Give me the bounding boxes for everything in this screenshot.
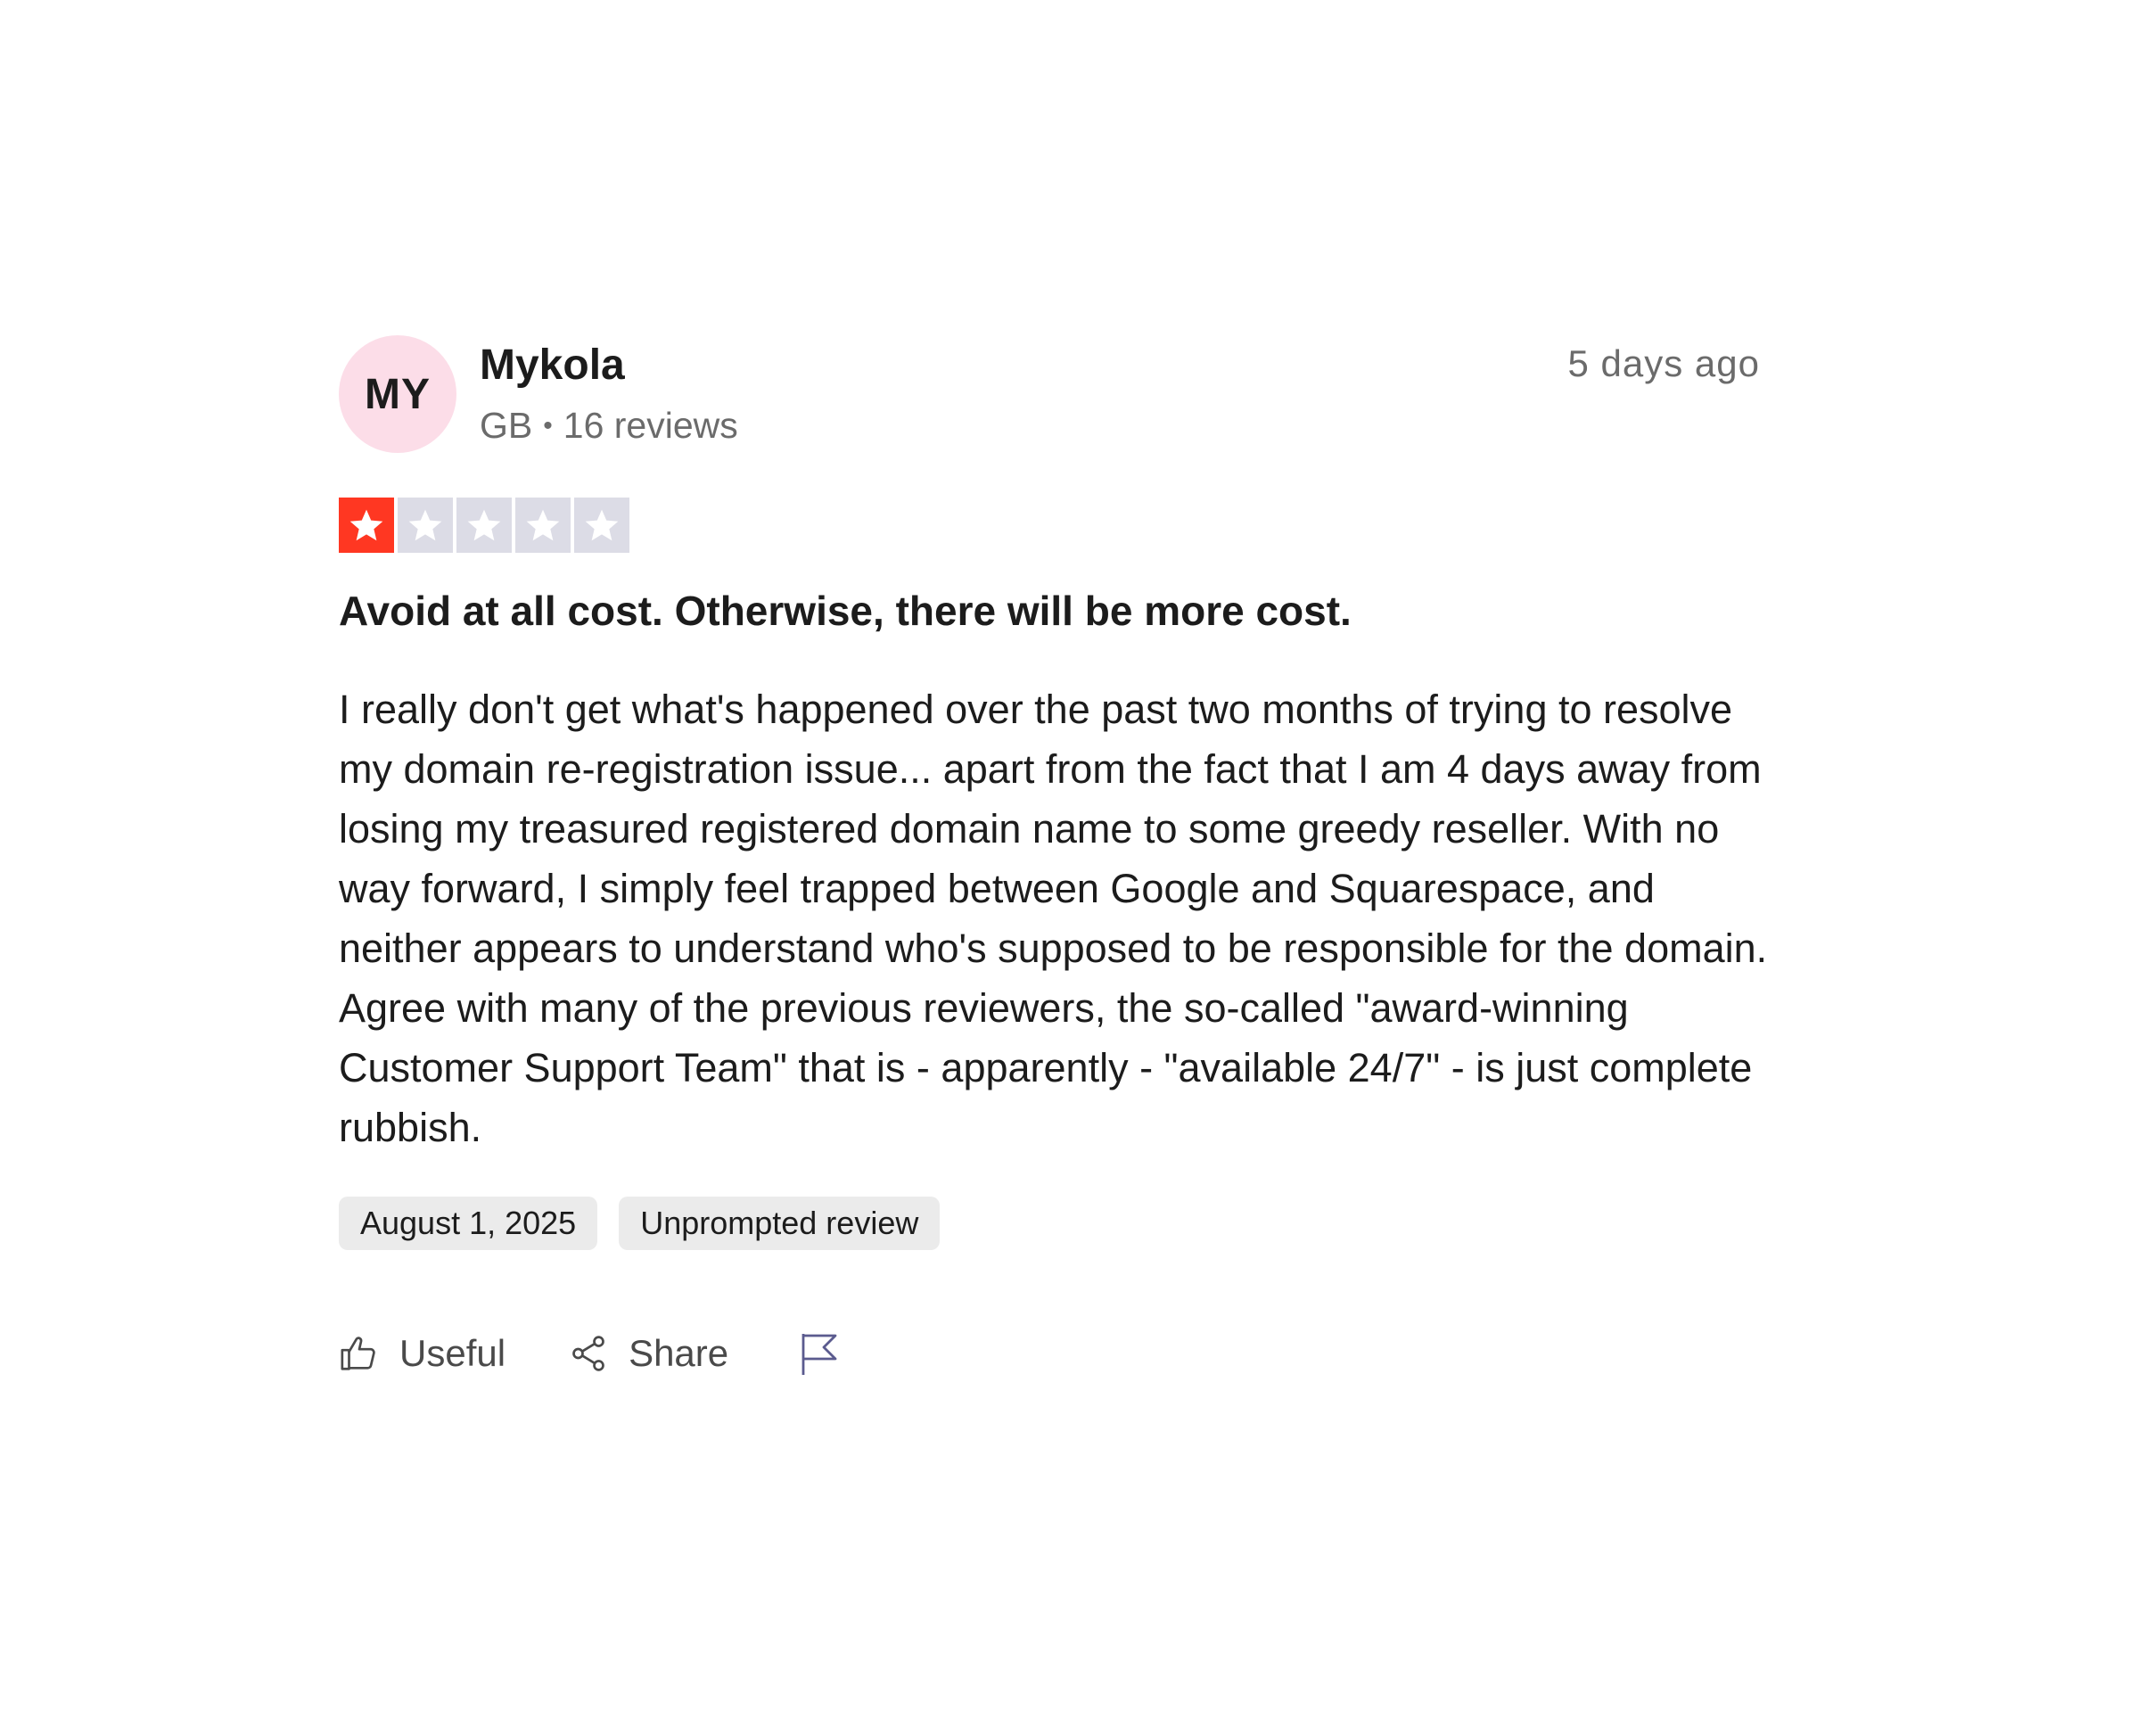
star-3-icon	[456, 498, 512, 553]
author-country: GB	[480, 405, 533, 446]
flag-icon	[798, 1330, 841, 1377]
review-date-relative: 5 days ago	[1567, 342, 1760, 384]
star-5-icon	[574, 498, 629, 553]
share-button[interactable]: Share	[568, 1332, 728, 1375]
meta-separator: •	[543, 410, 553, 440]
review-type-badge[interactable]: Unprompted review	[619, 1196, 941, 1250]
report-button[interactable]	[798, 1330, 841, 1377]
useful-button[interactable]: Useful	[339, 1332, 506, 1375]
thumbs-up-icon	[339, 1333, 380, 1374]
star-4-icon	[515, 498, 571, 553]
author-name[interactable]: Mykola	[480, 341, 625, 390]
useful-label: Useful	[399, 1331, 506, 1374]
review-body: I really don't get what's happened over …	[339, 686, 1768, 1150]
review-actions: Useful Share	[339, 1330, 1765, 1377]
review-card: MY Mykola GB • 16 reviews 5 days ago Avo…	[339, 335, 1767, 1377]
review-tags: August 1, 2025 Unprompted review	[339, 1196, 1765, 1250]
share-icon	[568, 1333, 609, 1374]
experience-date-badge: August 1, 2025	[339, 1196, 598, 1250]
star-2-icon	[398, 498, 453, 553]
share-label: Share	[629, 1331, 729, 1374]
review-title[interactable]: Avoid at all cost. Otherwise, there will…	[339, 585, 1765, 638]
review-header: MY Mykola GB • 16 reviews 5 days ago	[339, 335, 1765, 455]
star-1-icon	[339, 498, 394, 553]
author-meta: GB • 16 reviews	[480, 405, 738, 447]
author-reviews-count: 16 reviews	[563, 405, 738, 446]
star-rating	[339, 498, 1765, 553]
avatar[interactable]: MY	[339, 335, 456, 453]
